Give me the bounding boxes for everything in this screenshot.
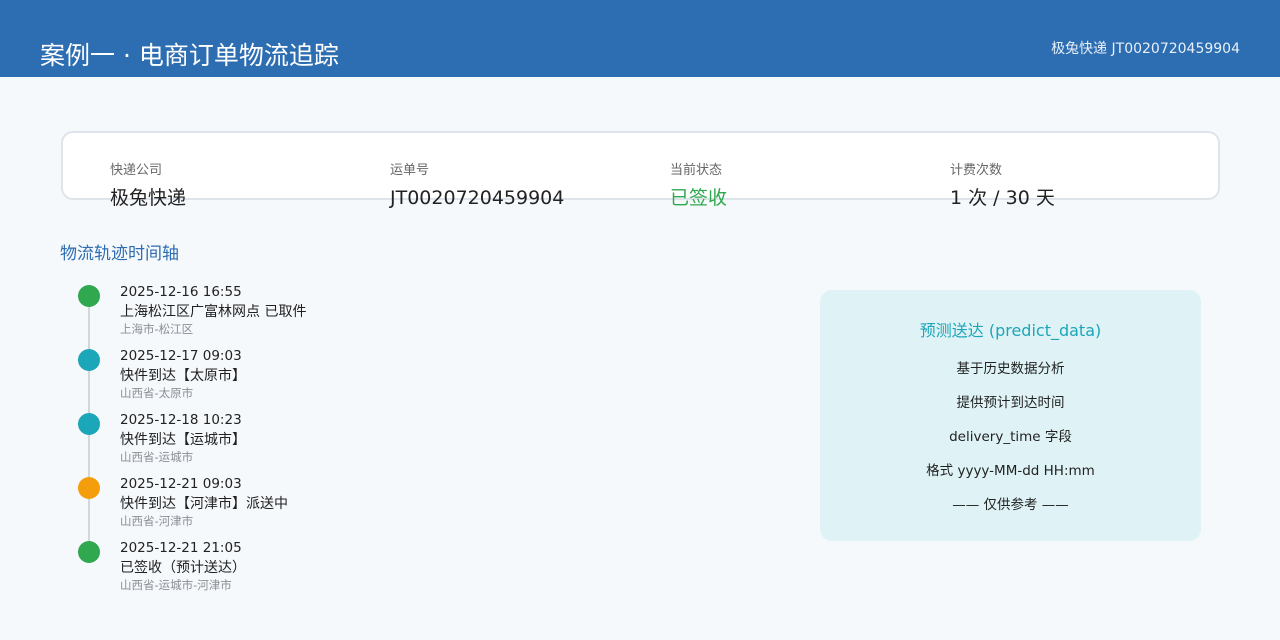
info-label: 当前状态 (670, 163, 723, 178)
event-location: 山西省-运城市-河津市 (120, 578, 232, 592)
timeline-title: 物流轨迹时间轴 (60, 244, 179, 264)
predict-note: 提供预计到达时间 (956, 395, 1065, 411)
predict-note: —— 仅供参考 —— (952, 497, 1069, 513)
event-time: 2025-12-18 10:23 (120, 412, 242, 428)
timeline-event: 2025-12-16 16:55 上海松江区广富林网点 已取件 上海市-松江区 (60, 284, 660, 348)
predict-panel: 预测送达 (predict_data) 基于历史数据分析 提供预计到达时间 de… (820, 290, 1201, 541)
status-dot-icon (78, 477, 100, 499)
order-info-card: 快递公司 极兔快递 运单号 JT0020720459904 当前状态 已签收 计… (61, 131, 1220, 209)
event-time: 2025-12-17 09:03 (120, 348, 242, 364)
status-value: 已签收 (670, 187, 728, 209)
event-time: 2025-12-21 21:05 (120, 540, 242, 556)
tracking-summary: 极兔快递 JT0020720459904 (1051, 41, 1240, 57)
status-dot-icon (78, 285, 100, 307)
predict-title: 预测送达 (predict_data) (919, 321, 1102, 340)
page-title: 案例一 · 电商订单物流追踪 (40, 41, 339, 70)
event-location: 上海市-松江区 (120, 322, 194, 336)
event-location: 山西省-太原市 (120, 386, 194, 400)
predict-note: 格式 yyyy-MM-dd HH:mm (926, 463, 1095, 479)
event-time: 2025-12-16 16:55 (120, 284, 242, 300)
timeline-event: 2025-12-21 21:05 已签收（预计送达） 山西省-运城市-河津市 (60, 540, 660, 604)
event-description: 快件到达【太原市】 (120, 368, 246, 384)
header-bar: 案例一 · 电商订单物流追踪 极兔快递 JT0020720459904 (0, 0, 1280, 77)
info-tracking-number: 运单号 JT0020720459904 (390, 163, 564, 211)
event-description: 已签收（预计送达） (120, 560, 246, 576)
event-location: 山西省-运城市 (120, 450, 194, 464)
info-billing: 计费次数 1 次 / 30 天 (950, 163, 1055, 211)
timeline-event: 2025-12-21 09:03 快件到达【河津市】派送中 山西省-河津市 (60, 476, 660, 540)
courier-name: 极兔快递 (110, 187, 187, 209)
billing-count: 1 次 / 30 天 (950, 187, 1055, 209)
predict-note: 基于历史数据分析 (956, 361, 1065, 377)
info-label: 快递公司 (110, 163, 163, 178)
status-dot-icon (78, 413, 100, 435)
timeline-event: 2025-12-18 10:23 快件到达【运城市】 山西省-运城市 (60, 412, 660, 476)
predict-note: delivery_time 字段 (949, 429, 1072, 445)
info-courier: 快递公司 极兔快递 (110, 163, 186, 211)
tracking-number: JT0020720459904 (390, 187, 565, 209)
status-dot-icon (78, 349, 100, 371)
event-description: 快件到达【运城市】 (120, 432, 246, 448)
timeline-event: 2025-12-17 09:03 快件到达【太原市】 山西省-太原市 (60, 348, 660, 412)
info-status: 当前状态 已签收 (670, 163, 727, 211)
event-description: 快件到达【河津市】派送中 (120, 496, 288, 512)
info-label: 计费次数 (950, 163, 1003, 178)
event-location: 山西省-河津市 (120, 514, 194, 528)
event-description: 上海松江区广富林网点 已取件 (120, 304, 307, 320)
info-label: 运单号 (390, 163, 430, 178)
status-dot-icon (78, 541, 100, 563)
event-time: 2025-12-21 09:03 (120, 476, 242, 492)
